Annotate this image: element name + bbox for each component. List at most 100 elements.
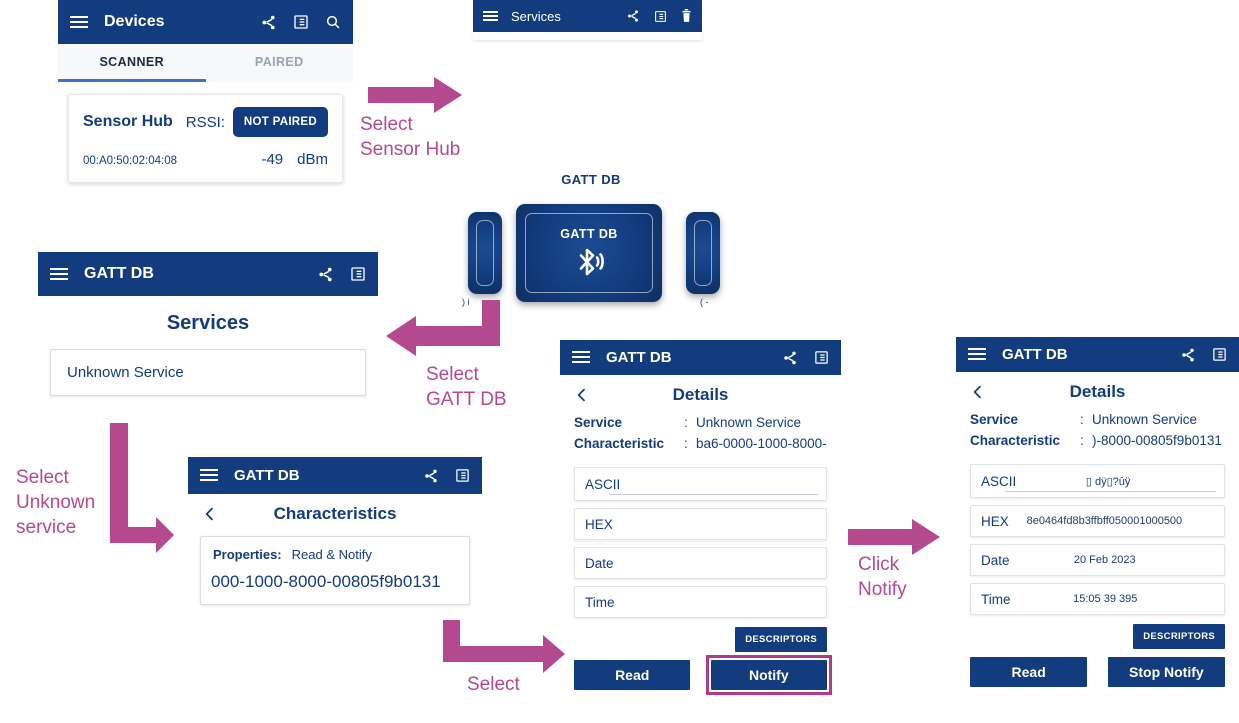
ascii-value: ▯ dÿ▯?ûÿ xyxy=(1085,475,1131,488)
back-icon[interactable] xyxy=(574,387,590,403)
ascii-field[interactable]: ASCII ▯ dÿ▯?ûÿ xyxy=(970,464,1225,498)
tab-scanner[interactable]: SCANNER xyxy=(58,44,206,82)
share-icon[interactable] xyxy=(317,266,334,283)
details-appbar: GATT DB xyxy=(560,340,841,375)
log-icon[interactable] xyxy=(1212,347,1227,362)
stop-notify-button[interactable]: Stop Notify xyxy=(1107,657,1225,687)
annotation-select: Select xyxy=(467,674,520,695)
menu-icon[interactable] xyxy=(968,348,986,361)
menu-icon[interactable] xyxy=(200,469,218,482)
menu-icon[interactable] xyxy=(70,15,88,29)
characteristic-label: Characteristic xyxy=(574,436,665,451)
services-panel: Services xyxy=(473,0,702,40)
tile-partial-left[interactable] xyxy=(468,212,502,294)
share-icon[interactable] xyxy=(626,9,640,23)
stop-notify-button-wrap: Stop Notify xyxy=(1107,657,1225,687)
hex-field[interactable]: HEX 8e0464fd8b3ffbff050001000500 xyxy=(970,505,1225,537)
details-panel-filled: GATT DB Details Service : Unknown Servic… xyxy=(956,337,1239,697)
services-page-title: Services xyxy=(166,312,250,334)
characteristics-page-title: Characteristics xyxy=(273,504,397,523)
services-appbar: Services xyxy=(473,0,702,32)
details-panel-empty: GATT DB Details Service : Unknown Servic… xyxy=(560,340,841,700)
delete-icon[interactable] xyxy=(681,9,692,23)
hex-value: 8e0464fd8b3ffbff050001000500 xyxy=(1026,515,1183,527)
tab-paired[interactable]: PAIRED xyxy=(206,44,354,82)
time-value: 15:05 39 395 xyxy=(1073,593,1138,605)
tab-paired-label: PAIRED xyxy=(254,54,304,69)
hex-field[interactable]: HEX xyxy=(574,508,827,540)
service-value: Unknown Service xyxy=(1092,412,1198,427)
share-icon[interactable] xyxy=(1180,347,1196,363)
properties-label: Properties: xyxy=(213,547,282,562)
rssi-label: RSSI: xyxy=(185,113,225,131)
tab-scanner-label: SCANNER xyxy=(99,54,165,69)
log-icon[interactable] xyxy=(350,266,366,282)
details-service-row: Service : Unknown Service xyxy=(956,410,1239,431)
share-icon[interactable] xyxy=(260,14,277,31)
date-label: Date xyxy=(585,555,614,571)
back-icon[interactable] xyxy=(970,384,986,400)
tile-partial-right[interactable] xyxy=(686,212,720,294)
devices-tabs: SCANNER PAIRED xyxy=(58,44,353,82)
characteristics-appbar: GATT DB xyxy=(188,457,482,494)
time-field[interactable]: Time 15:05 39 395 xyxy=(970,583,1225,615)
colon-separator: : xyxy=(1080,412,1084,427)
colon-separator: : xyxy=(684,415,688,430)
hex-label: HEX xyxy=(585,516,613,532)
menu-icon[interactable] xyxy=(572,351,590,364)
search-icon[interactable] xyxy=(325,14,341,30)
service-list-item-unknown[interactable]: Unknown Service xyxy=(50,349,366,396)
characteristic-label: Characteristic xyxy=(970,433,1061,448)
log-icon[interactable] xyxy=(293,14,309,30)
back-icon[interactable] xyxy=(202,506,218,522)
details-appbar: GATT DB xyxy=(956,337,1239,372)
annotation-select-unknown-service: Select Unknown service xyxy=(16,467,96,538)
characteristic-value: )-8000-00805f9b0131 xyxy=(1092,433,1222,448)
share-icon[interactable] xyxy=(423,468,439,484)
share-icon[interactable] xyxy=(782,350,798,366)
arrow-select-gatt-db xyxy=(382,300,504,362)
devices-title: Devices xyxy=(104,13,165,30)
notify-button-wrap: Notify xyxy=(705,655,833,695)
menu-icon[interactable] xyxy=(50,267,68,281)
descriptors-button[interactable]: DESCRIPTORS xyxy=(1133,624,1225,649)
time-label: Time xyxy=(585,594,615,610)
details-page-title: Details xyxy=(1069,382,1126,401)
characteristic-value: ba6-0000-1000-8000-0 xyxy=(696,436,827,451)
arrow-select-characteristic xyxy=(443,620,568,673)
details-appbar-title: GATT DB xyxy=(1002,346,1068,363)
date-field[interactable]: Date 20 Feb 2023 xyxy=(970,544,1225,576)
read-button[interactable]: Read xyxy=(970,657,1088,687)
gatt-db-services-appbar: GATT DB xyxy=(38,252,378,296)
notify-button[interactable]: Notify xyxy=(710,660,827,690)
characteristic-card[interactable]: Properties: Read & Notify 000-1000-8000-0… xyxy=(200,536,470,605)
tile-gatt-db-label: GATT DB xyxy=(560,227,618,241)
bluetooth-icon xyxy=(572,245,606,279)
ascii-label: ASCII xyxy=(585,476,621,492)
tile-gatt-db[interactable]: GATT DB xyxy=(516,204,662,302)
ascii-label: ASCII xyxy=(981,473,1017,489)
details-service-row: Service : Unknown Service xyxy=(560,413,841,434)
log-icon[interactable] xyxy=(814,350,829,365)
log-icon[interactable] xyxy=(654,10,667,23)
devices-appbar: Devices xyxy=(58,0,353,44)
hex-label: HEX xyxy=(981,513,1009,529)
read-button-wrap: Read xyxy=(970,657,1088,687)
date-value: 20 Feb 2023 xyxy=(1073,554,1136,566)
gatt-db-services-panel: GATT DB Services Unknown Service xyxy=(38,252,378,396)
time-field[interactable]: Time xyxy=(574,586,827,618)
menu-icon[interactable] xyxy=(483,10,498,22)
descriptors-button[interactable]: DESCRIPTORS xyxy=(735,627,827,652)
services-title: Services xyxy=(511,8,561,24)
characteristics-panel: GATT DB Characteristics Properties: Read … xyxy=(188,457,482,615)
ascii-field[interactable]: ASCII xyxy=(574,467,827,501)
read-button-wrap: Read xyxy=(574,660,691,690)
read-button[interactable]: Read xyxy=(574,660,691,690)
device-card-sensor-hub[interactable]: Sensor Hub RSSI: NOT PAIRED 00:A0:50:02:… xyxy=(68,94,343,183)
date-field[interactable]: Date xyxy=(574,547,827,579)
service-label: Service xyxy=(574,415,623,430)
log-icon[interactable] xyxy=(455,468,470,483)
time-label: Time xyxy=(981,591,1011,607)
pair-status-badge[interactable]: NOT PAIRED xyxy=(232,107,328,137)
rssi-unit: dBm xyxy=(297,151,328,168)
